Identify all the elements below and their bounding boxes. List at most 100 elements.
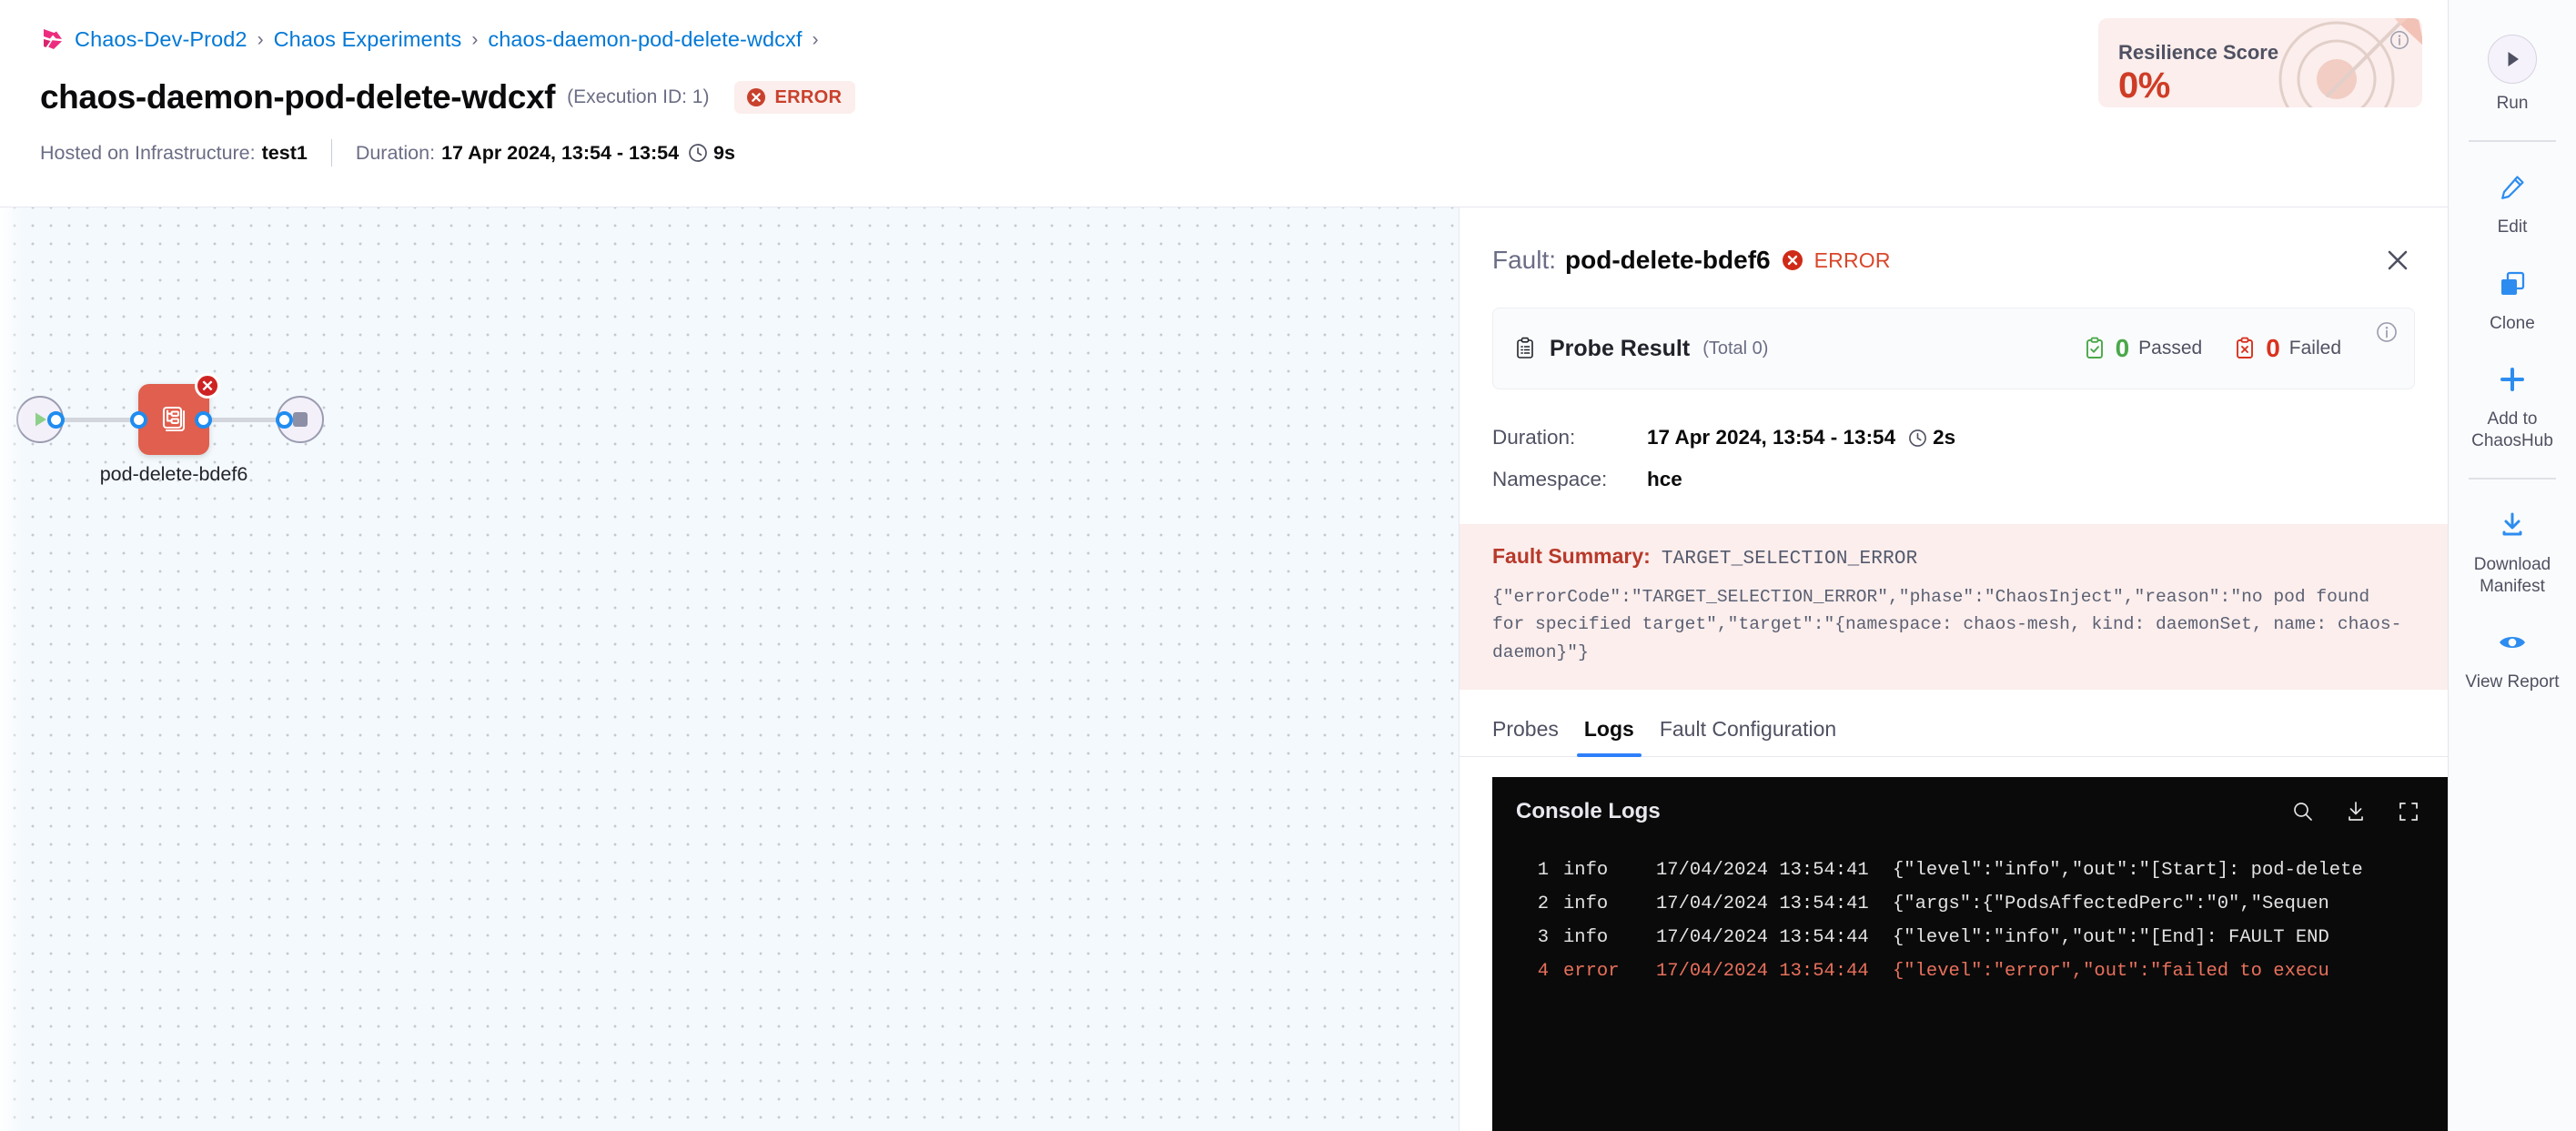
rail-divider (2469, 477, 2556, 480)
meta-divider (330, 139, 332, 167)
console-logs-actions (2291, 800, 2420, 823)
detail-value-text: 17 Apr 2024, 13:54 - 13:54 (1647, 426, 1896, 449)
action-rail: Run Edit Clone Add to ChaosHub Download … (2448, 0, 2576, 1131)
probe-failed-count: 0 (2266, 334, 2280, 362)
detail-elapsed: 2s (1933, 426, 1956, 449)
log-line: 4 error 17/04/2024 13:54:44 {"level":"er… (1492, 954, 2448, 988)
status-badge-label: ERROR (774, 86, 843, 107)
plus-icon (2497, 359, 2528, 399)
console-logs-panel: Console Logs 1 info 17/04/2024 13:54:41 … (1492, 777, 2448, 1131)
log-line-level: info (1563, 927, 1609, 949)
duration-label: Duration: (355, 141, 436, 164)
tab-probes[interactable]: Probes (1492, 717, 1571, 756)
page-title: chaos-daemon-pod-delete-wdcxf (40, 78, 556, 116)
probe-passed-count: 0 (2115, 334, 2130, 362)
log-line-timestamp: 17/04/2024 13:54:44 (1656, 927, 1869, 949)
page-header: Chaos-Dev-Prod2 › Chaos Experiments › ch… (0, 0, 2448, 207)
pencil-icon (2497, 167, 2528, 207)
log-line: 3 info 17/04/2024 13:54:44 {"level":"inf… (1492, 921, 2448, 954)
log-line-number: 4 (1537, 961, 1549, 983)
fault-summary-header: Fault Summary: TARGET_SELECTION_ERROR (1492, 544, 2415, 570)
connector-port-icon (195, 411, 212, 429)
fault-detail-row-duration: Duration: 17 Apr 2024, 13:54 - 13:54 2s (1492, 417, 2415, 459)
probe-result-total: (Total 0) (1702, 338, 1769, 358)
download-manifest-button[interactable]: Download Manifest (2449, 492, 2576, 611)
log-line-level: info (1563, 860, 1609, 882)
console-logs-header: Console Logs (1492, 777, 2448, 846)
download-icon (2497, 505, 2528, 545)
log-line-number: 2 (1537, 894, 1549, 915)
experiment-graph-canvas[interactable]: ✕ pod-delete-bdef6 (0, 207, 1459, 1131)
connector-port-icon (130, 411, 147, 429)
tab-logs[interactable]: Logs (1571, 717, 1647, 758)
fault-detail-row-namespace: Namespace: hce (1492, 459, 2415, 500)
fault-summary-body: {"errorCode":"TARGET_SELECTION_ERROR","p… (1492, 587, 2402, 662)
probe-result-box: Probe Result (Total 0) 0 Passed 0 Failed (1492, 308, 2415, 389)
breadcrumb-item-2[interactable]: chaos-daemon-pod-delete-wdcxf (488, 27, 802, 52)
breadcrumb-item-1[interactable]: Chaos Experiments (274, 27, 462, 52)
probe-result-left: Probe Result (Total 0) (1513, 336, 1768, 362)
edit-button[interactable]: Edit (2449, 155, 2576, 251)
view-report-button-label: View Report (2465, 672, 2560, 692)
execution-id: (Execution ID: 1) (567, 86, 710, 107)
fault-detail-panel: Fault: pod-delete-bdef6 ERROR Probe Resu… (1459, 207, 2448, 1131)
error-circle-icon (1782, 249, 1803, 271)
log-line: 2 info 17/04/2024 13:54:41 {"args":{"Pod… (1492, 887, 2448, 921)
log-line-message: {"level":"error","out":"failed to execu (1893, 961, 2329, 983)
close-icon[interactable] (2380, 243, 2415, 278)
add-to-chaoshub-button[interactable]: Add to ChaosHub (2449, 347, 2576, 465)
fault-panel-status: ERROR (1813, 247, 1891, 272)
fault-panel-header: Fault: pod-delete-bdef6 ERROR (1460, 207, 2448, 284)
clone-button-label: Clone (2490, 313, 2535, 333)
play-icon (2488, 35, 2537, 84)
app-root: Chaos-Dev-Prod2 › Chaos Experiments › ch… (0, 0, 2576, 1131)
clipboard-icon (1513, 337, 1537, 360)
clone-icon (2498, 264, 2527, 304)
view-report-button[interactable]: View Report (2449, 610, 2576, 706)
breadcrumb-separator: › (257, 28, 264, 50)
fault-panel-tabs: Probes Logs Fault Configuration (1460, 690, 2448, 758)
breadcrumb-item-0[interactable]: Chaos-Dev-Prod2 (75, 27, 247, 52)
log-line-timestamp: 17/04/2024 13:54:41 (1656, 860, 1869, 882)
connector-port-icon (47, 411, 65, 429)
detail-value: 17 Apr 2024, 13:54 - 13:54 2s (1647, 426, 1955, 449)
probe-result-stats: 0 Passed 0 Failed (2083, 334, 2390, 363)
detail-value: hce (1647, 468, 1682, 490)
clipboard-check-icon (2083, 337, 2106, 360)
clipboard-x-icon (2233, 337, 2257, 360)
log-line: 1 info 17/04/2024 13:54:41 {"level":"inf… (1492, 853, 2448, 887)
probe-failed-stat: 0 Failed (2233, 334, 2341, 363)
meta-row: Hosted on Infrastructure: test1 Duration… (40, 139, 2411, 167)
harness-logo-icon (40, 26, 66, 52)
body-row: ✕ pod-delete-bdef6 Fault: pod-delete-bde… (0, 207, 2448, 1131)
fault-summary: Fault Summary: TARGET_SELECTION_ERROR {"… (1460, 524, 2448, 691)
tab-fault-configuration[interactable]: Fault Configuration (1647, 717, 1849, 756)
probe-result-title: Probe Result (1550, 335, 1691, 361)
fullscreen-icon[interactable] (2397, 800, 2420, 823)
download-icon[interactable] (2344, 800, 2368, 823)
breadcrumb: Chaos-Dev-Prod2 › Chaos Experiments › ch… (40, 24, 2411, 55)
info-icon[interactable] (2376, 321, 2398, 343)
eye-icon (2497, 622, 2528, 662)
add-to-chaoshub-button-label: Add to ChaosHub (2471, 409, 2553, 450)
resilience-score-card: Resilience Score 0% (2098, 18, 2422, 107)
console-logs-body[interactable]: 1 info 17/04/2024 13:54:41 {"level":"inf… (1492, 846, 2448, 1131)
connector-port-icon (276, 411, 293, 429)
run-button[interactable]: Run (2449, 22, 2576, 127)
info-icon[interactable] (2389, 30, 2409, 50)
infrastructure-value: test1 (261, 141, 308, 164)
duration-value: 17 Apr 2024, 13:54 - 13:54 (441, 141, 680, 164)
probe-passed-label: Passed (2138, 338, 2203, 358)
probe-passed-stat: 0 Passed (2083, 334, 2203, 363)
clone-button[interactable]: Clone (2449, 251, 2576, 348)
graph-node-label: pod-delete-bdef6 (99, 463, 248, 485)
clock-icon (1908, 429, 1927, 448)
fault-summary-label: Fault Summary: (1492, 544, 1651, 568)
rail-divider (2469, 139, 2556, 142)
search-icon[interactable] (2291, 800, 2315, 823)
log-line-level: error (1563, 961, 1620, 983)
error-x-icon: ✕ (195, 373, 220, 399)
resilience-score-value: 0% (2118, 66, 2170, 106)
detail-key: Namespace: (1492, 468, 1608, 490)
log-line-number: 3 (1537, 927, 1549, 949)
